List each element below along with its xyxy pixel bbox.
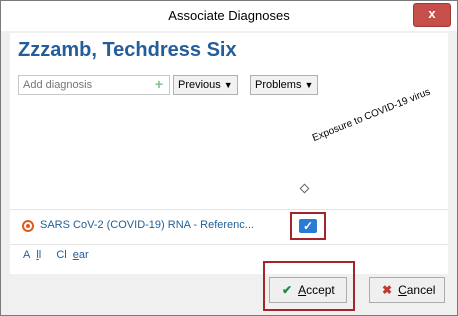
association-cell[interactable]: ✓ <box>290 212 326 240</box>
diagnosis-row: SARS CoV-2 (COVID-19) RNA - Referenc... … <box>10 209 448 245</box>
associate-diagnoses-dialog: Associate Diagnoses x Zzzamb, Techdress … <box>0 0 458 316</box>
accept-button[interactable]: ✔ Accept <box>269 277 347 303</box>
selection-links: All Cl ear <box>23 249 101 261</box>
column-header-exposure: Exposure to COVID-19 virus <box>310 86 432 144</box>
add-plus-icon[interactable]: + <box>155 77 163 92</box>
all-link[interactable]: All <box>23 249 47 261</box>
add-diagnosis-field[interactable]: + <box>18 75 170 95</box>
close-button[interactable]: x <box>413 3 451 27</box>
problems-dropdown-button[interactable]: Problems ▼ <box>250 75 319 95</box>
association-checkbox[interactable]: ✓ <box>299 219 317 233</box>
previous-label: Previous <box>178 79 221 91</box>
diagnosis-row-label[interactable]: SARS CoV-2 (COVID-19) RNA - Referenc... <box>40 219 254 231</box>
close-icon: ✖ <box>382 283 393 297</box>
window-title: Associate Diagnoses <box>168 8 290 23</box>
chevron-down-icon: ▼ <box>223 80 233 90</box>
problems-label: Problems <box>255 79 302 91</box>
diamond-icon <box>299 183 310 194</box>
previous-dropdown-button[interactable]: Previous ▼ <box>173 75 238 95</box>
clear-link[interactable]: Cl ear <box>56 249 94 261</box>
patient-name: Zzzamb, Techdress Six <box>18 39 237 61</box>
title-bar: Associate Diagnoses x <box>1 1 457 31</box>
cancel-button[interactable]: ✖ Cancel <box>369 277 445 303</box>
add-diagnosis-input[interactable] <box>23 77 153 92</box>
lab-order-icon <box>22 220 34 232</box>
dialog-content: Zzzamb, Techdress Six + Previous▼ Proble… <box>10 33 448 303</box>
chevron-down-icon: ▼ <box>304 80 314 90</box>
checkmark-icon: ✔ <box>282 283 293 297</box>
